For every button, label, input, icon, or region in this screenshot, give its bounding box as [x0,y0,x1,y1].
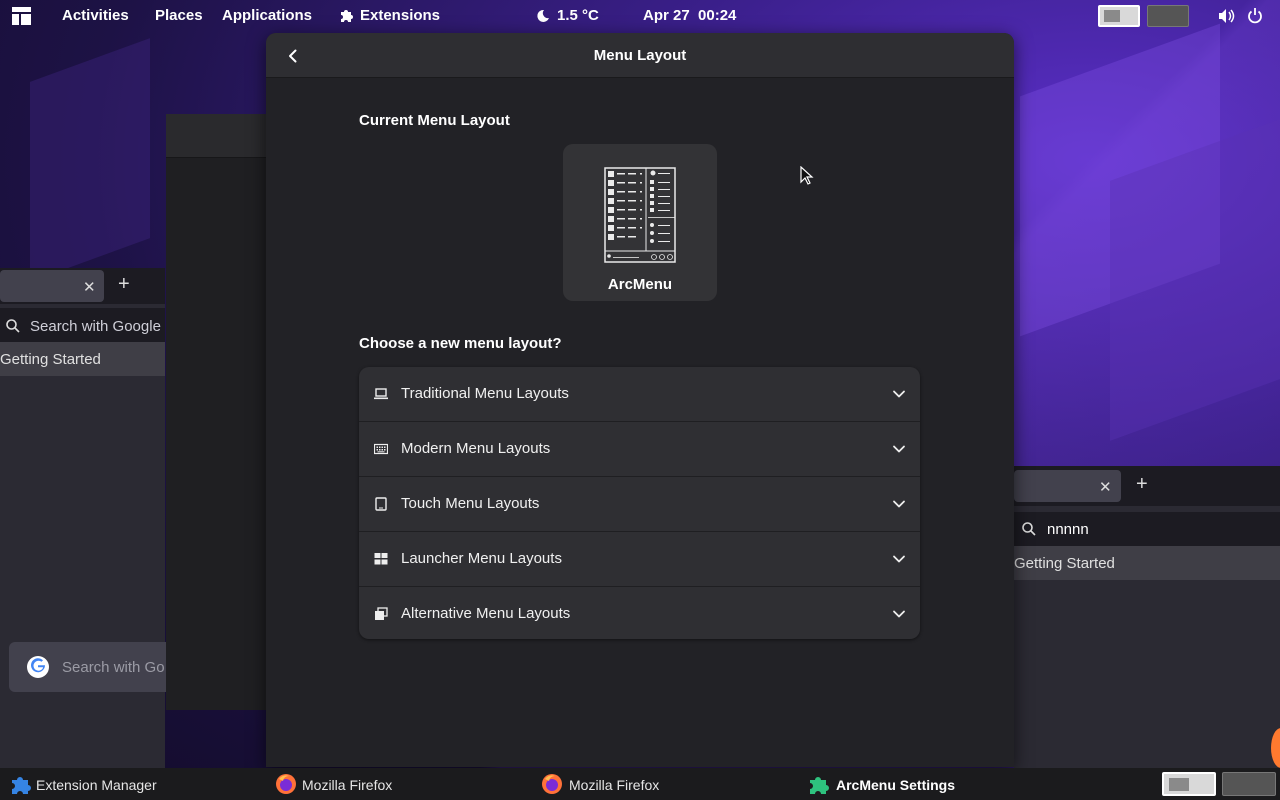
bookmark-getting-started[interactable]: Getting Started [0,342,165,376]
taskbar-item-firefox-2[interactable]: Mozilla Firefox [530,768,795,800]
google-search-box[interactable]: Search with Go [9,642,174,692]
workspace-1-thumbnail[interactable] [1098,5,1140,27]
taskbar-item-label: ArcMenu Settings [836,777,956,793]
top-panel: Activities Places Applications Extension… [0,0,1280,32]
layout-group-launcher[interactable]: Launcher Menu Layouts [359,532,920,587]
bookmark-getting-started[interactable]: Getting Started [1014,546,1280,580]
menu-layout-dialog: Menu Layout Current Menu Layout ArcMenu … [266,33,1014,767]
puzzle-icon [10,774,31,795]
wallpaper-shape [30,38,150,282]
clock[interactable]: Apr 27 00:24 [643,7,736,24]
choose-layout-heading: Choose a new menu layout? [359,335,562,352]
bookmark-label: Getting Started [1014,554,1115,572]
tablet-icon [374,497,388,511]
bottom-taskbar: Extension Manager Mozilla Firefox Mozill… [0,768,1280,800]
layout-group-label: Launcher Menu Layouts [401,550,562,567]
power-icon[interactable] [1247,7,1263,24]
close-icon[interactable]: ✕ [1099,478,1112,496]
current-layout-name: ArcMenu [607,276,673,293]
laptop-icon [374,387,388,401]
workspace-1-thumbnail[interactable] [1162,772,1216,796]
taskbar-item-label: Mozilla Firefox [302,777,393,793]
weather-indicator[interactable]: 1.5 °C [557,7,599,24]
tab-strip: ✕ + [0,268,165,304]
extensions-menu[interactable]: Extensions [360,7,440,24]
chevron-down-icon [892,607,906,621]
current-layout-card[interactable]: ArcMenu [563,144,717,301]
layout-group-traditional[interactable]: Traditional Menu Layouts [359,367,920,422]
search-icon [5,318,21,334]
layout-group-label: Touch Menu Layouts [401,495,540,512]
background-window-middle [166,114,266,710]
chevron-down-icon [892,497,906,511]
google-logo-icon [26,655,50,679]
mouse-cursor-icon [800,165,814,186]
search-placeholder: Search with Google [30,317,161,335]
layout-group-label: Modern Menu Layouts [401,440,551,457]
grid-icon [374,552,388,566]
layout-group-label: Alternative Menu Layouts [401,605,571,622]
window-header [166,114,266,158]
places-menu[interactable]: Places [155,7,203,24]
browser-tab[interactable]: ✕ [1014,470,1121,502]
close-icon[interactable]: ✕ [83,278,96,296]
layout-group-label: Traditional Menu Layouts [401,385,569,402]
weather-night-icon [535,8,551,24]
puzzle-icon [808,774,829,795]
background-firefox-window-right: ✕ + nnnnn Getting Started [1014,466,1280,768]
bookmark-label: Getting Started [0,350,101,368]
search-icon [1021,521,1037,537]
browser-tab[interactable]: ✕ [0,270,104,302]
puzzle-icon [339,8,354,23]
url-bar-value: nnnnn [1047,520,1089,538]
layout-group-modern[interactable]: Modern Menu Layouts [359,422,920,477]
tab-strip: ✕ + [1014,466,1280,506]
new-tab-icon[interactable]: + [1136,473,1148,496]
taskbar-item-extension-manager[interactable]: Extension Manager [0,768,265,800]
layout-group-alternative[interactable]: Alternative Menu Layouts [359,587,920,639]
taskbar-item-label: Mozilla Firefox [569,777,660,793]
taskbar-item-label: Extension Manager [36,777,157,793]
applications-menu[interactable]: Applications [222,7,312,24]
background-firefox-window-left: ✕ + Search with Google Getting Started S… [0,268,174,768]
activities-button[interactable]: Activities [62,7,129,24]
arcmenu-icon[interactable] [12,7,31,25]
windows-icon [374,607,388,621]
firefox-icon [275,773,297,795]
arcmenu-layout-preview-icon [604,167,676,263]
workspace-2-thumbnail[interactable] [1147,5,1189,27]
layout-groups-list: Traditional Menu Layouts Modern Menu Lay… [359,367,920,639]
firefox-icon [541,773,563,795]
chevron-down-icon [892,442,906,456]
taskbar-item-arcmenu-settings[interactable]: ArcMenu Settings [795,768,1060,800]
dialog-title: Menu Layout [593,47,687,64]
new-tab-icon[interactable]: + [118,273,130,296]
chevron-down-icon [892,387,906,401]
taskbar-item-firefox-1[interactable]: Mozilla Firefox [265,768,530,800]
dialog-header: Menu Layout [266,33,1014,78]
chevron-down-icon [892,552,906,566]
url-bar[interactable]: nnnnn [1014,512,1280,546]
keyboard-icon [373,442,389,456]
volume-icon[interactable] [1218,8,1235,24]
current-layout-heading: Current Menu Layout [359,112,510,129]
workspace-2-thumbnail[interactable] [1222,772,1276,796]
url-bar[interactable]: Search with Google [0,308,165,344]
layout-group-touch[interactable]: Touch Menu Layouts [359,477,920,532]
google-search-placeholder: Search with Go [62,658,165,676]
